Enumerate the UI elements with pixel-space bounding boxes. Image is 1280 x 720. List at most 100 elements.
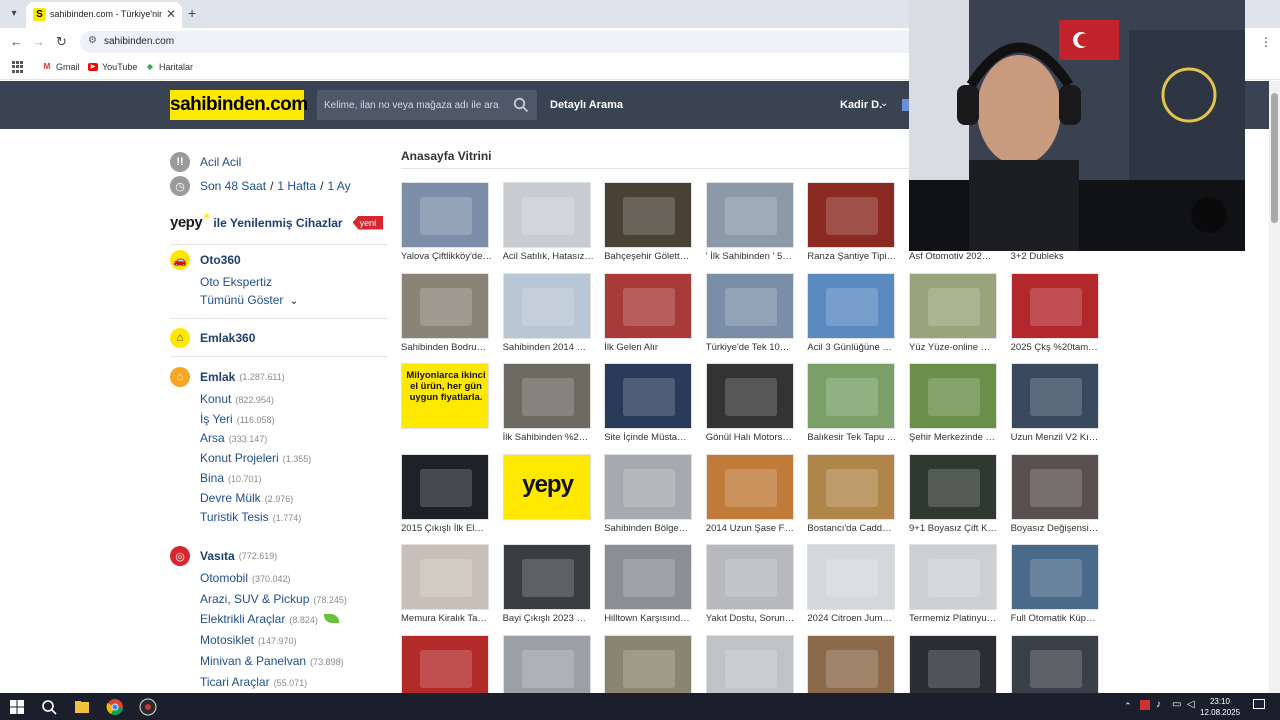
- listing-title[interactable]: Acil 3 Günlüğüne …: [807, 342, 899, 353]
- listing-thumbnail[interactable]: [604, 363, 693, 429]
- listing-card[interactable]: yepy: [502, 453, 595, 520]
- listing-title[interactable]: Bostancı'da Cadd…: [807, 523, 899, 534]
- subcategory-link[interactable]: Devre Mülk: [200, 491, 261, 505]
- listing-thumbnail[interactable]: [401, 544, 489, 610]
- listing-title[interactable]: 9+1 Boyasız Çift K…: [909, 523, 1001, 534]
- subcategory-item[interactable]: Turistik Tesis (1.774): [200, 510, 301, 524]
- listing-title[interactable]: Sahibinden 2014 …: [503, 342, 595, 353]
- listing-card[interactable]: [1010, 634, 1103, 701]
- subcategory-item[interactable]: İş Yeri (116.058): [200, 412, 275, 426]
- listing-title[interactable]: Sahibinden Bodru…: [401, 342, 493, 353]
- listing-card[interactable]: [502, 634, 595, 701]
- listing-thumbnail[interactable]: [502, 544, 591, 610]
- subcategory-link[interactable]: Arsa: [200, 431, 225, 445]
- listing-thumbnail[interactable]: [705, 363, 794, 429]
- scrollbar-thumb[interactable]: [1271, 93, 1278, 223]
- tab-search-icon[interactable]: ▾: [6, 6, 22, 22]
- site-logo[interactable]: sahibinden.com: [170, 90, 308, 120]
- chrome-icon[interactable]: [106, 698, 124, 716]
- listing-thumbnail[interactable]: [705, 272, 794, 339]
- tab-active[interactable]: S sahibinden.com - Türkiye'nin O ✕: [26, 2, 182, 28]
- subcategory-item[interactable]: Motosiklet (147.970): [200, 633, 297, 647]
- subcategory-item[interactable]: Arsa (333.147): [200, 431, 267, 445]
- listing-card[interactable]: Uzun Menzil V2 Kı…: [1010, 363, 1103, 443]
- listing-title[interactable]: 3+2 Dubleks: [1011, 251, 1103, 262]
- listing-card[interactable]: Bostancı'da Cadd…: [807, 453, 899, 534]
- subcategory-link[interactable]: İş Yeri: [200, 412, 233, 426]
- listing-title[interactable]: Ranza Şantiye Tipi…: [807, 251, 899, 262]
- listing-card[interactable]: Ranza Şantiye Tipi…: [807, 182, 899, 262]
- bookmark-maps[interactable]: ◆ Haritalar: [145, 62, 193, 72]
- acil-link[interactable]: Acil Acil: [200, 155, 241, 169]
- listing-thumbnail[interactable]: [705, 634, 794, 701]
- listing-thumbnail[interactable]: [502, 634, 591, 701]
- listing-title[interactable]: Gönül Halı Motors…: [706, 432, 798, 443]
- listing-card[interactable]: [909, 634, 1001, 701]
- user-menu[interactable]: Kadir D.: [840, 99, 882, 111]
- listing-thumbnail[interactable]: [1010, 363, 1099, 429]
- emlak360-title[interactable]: Emlak360: [200, 331, 255, 345]
- detailed-search-link[interactable]: Detaylı Arama: [550, 99, 623, 111]
- listing-thumbnail[interactable]: [705, 182, 794, 248]
- subcategory-item[interactable]: Elektrikli Araçlar (8.824): [200, 612, 339, 626]
- emlak-title[interactable]: Emlak: [200, 370, 235, 384]
- subcategory-link[interactable]: Otomobil: [200, 571, 248, 585]
- listing-card[interactable]: Acil 3 Günlüğüne …: [807, 272, 899, 353]
- listing-card[interactable]: Gönül Halı Motors…: [705, 363, 798, 443]
- listing-card[interactable]: Türkiye'de Tek 10…: [705, 272, 798, 353]
- listing-title[interactable]: Yüz Yüze-online …: [909, 342, 1001, 353]
- listing-card[interactable]: Yakıt Dostu, Sorun…: [705, 544, 798, 624]
- acil-row[interactable]: !! Acil Acil: [170, 152, 241, 172]
- yepy-row[interactable]: yepy ✶ ile Yenilenmiş Cihazlar yeni: [170, 211, 384, 231]
- listing-thumbnail[interactable]: [807, 453, 896, 520]
- listing-card[interactable]: Yalova Çiftlikköy'de…: [401, 182, 493, 262]
- listing-thumbnail[interactable]: [401, 272, 489, 339]
- listing-card[interactable]: 2014 Uzun Şase F…: [705, 453, 798, 534]
- listing-thumbnail[interactable]: [807, 272, 896, 339]
- chevron-down-icon[interactable]: ⌄: [880, 98, 888, 109]
- listing-card[interactable]: Şehir Merkezinde …: [909, 363, 1001, 443]
- browser-menu-icon[interactable]: ⋮: [1260, 35, 1272, 49]
- listing-title[interactable]: Türkiye'de Tek 10…: [706, 342, 798, 353]
- bookmark-gmail[interactable]: M Gmail: [42, 62, 80, 72]
- subcategory-link[interactable]: Motosiklet: [200, 633, 254, 647]
- listing-thumbnail[interactable]: [1010, 634, 1099, 701]
- listing-thumbnail[interactable]: [502, 272, 591, 339]
- ad-banner[interactable]: Milyonlarca ikinci el ürün, her gün uygu…: [401, 363, 489, 429]
- listing-thumbnail[interactable]: [705, 453, 794, 520]
- back-icon[interactable]: ←: [10, 34, 23, 49]
- listing-title[interactable]: İlk Gelen Alır: [604, 342, 696, 353]
- listing-thumbnail[interactable]: [401, 453, 489, 520]
- obs-icon[interactable]: [139, 698, 157, 716]
- listing-card[interactable]: [705, 634, 798, 701]
- listing-thumbnail[interactable]: [909, 272, 997, 339]
- listing-card[interactable]: 2025 Çkş %20tam…: [1010, 272, 1103, 353]
- subcategory-link[interactable]: Bina: [200, 471, 224, 485]
- recent-week-link[interactable]: 1 Hafta: [277, 179, 316, 193]
- recent-month-link[interactable]: 1 Ay: [327, 179, 350, 193]
- apps-grid-icon[interactable]: [12, 61, 24, 73]
- tray-app-icon[interactable]: [1140, 700, 1150, 710]
- listing-title[interactable]: Asf Otomotiv 202…: [909, 251, 1001, 262]
- subcategory-link[interactable]: Minivan & Panelvan: [200, 654, 306, 668]
- listing-title[interactable]: Sahibinden Bölge…: [604, 523, 696, 534]
- listing-title[interactable]: Uzun Menzil V2 Kı…: [1011, 432, 1103, 443]
- emlak-row[interactable]: ⌂ Emlak (1.287.611): [170, 367, 285, 387]
- listing-thumbnail[interactable]: [604, 453, 693, 520]
- volume-icon[interactable]: ◁: [1187, 699, 1195, 710]
- listing-title[interactable]: Site İçinde Müsta…: [604, 432, 696, 443]
- listing-thumbnail[interactable]: [909, 544, 997, 610]
- listing-thumbnail[interactable]: [401, 182, 489, 248]
- listing-card[interactable]: [604, 634, 696, 701]
- vasita-title[interactable]: Vasıta: [200, 549, 235, 563]
- listing-card[interactable]: Acil Satılık, Hatasız…: [502, 182, 595, 262]
- notification-icon[interactable]: [1253, 699, 1265, 709]
- oto360-title[interactable]: Oto360: [200, 253, 241, 267]
- listing-card[interactable]: ' İlk Sahibinden ' 5…: [705, 182, 798, 262]
- listing-title[interactable]: Acil Satılık, Hatasız…: [503, 251, 595, 262]
- listing-title[interactable]: Hilltown Karşısınd…: [604, 613, 696, 624]
- listing-thumbnail[interactable]: [807, 634, 896, 701]
- search-input[interactable]: [324, 97, 504, 113]
- listing-card[interactable]: Sahibinden Bölge…: [604, 453, 696, 534]
- subcategory-link[interactable]: Turistik Tesis: [200, 510, 269, 524]
